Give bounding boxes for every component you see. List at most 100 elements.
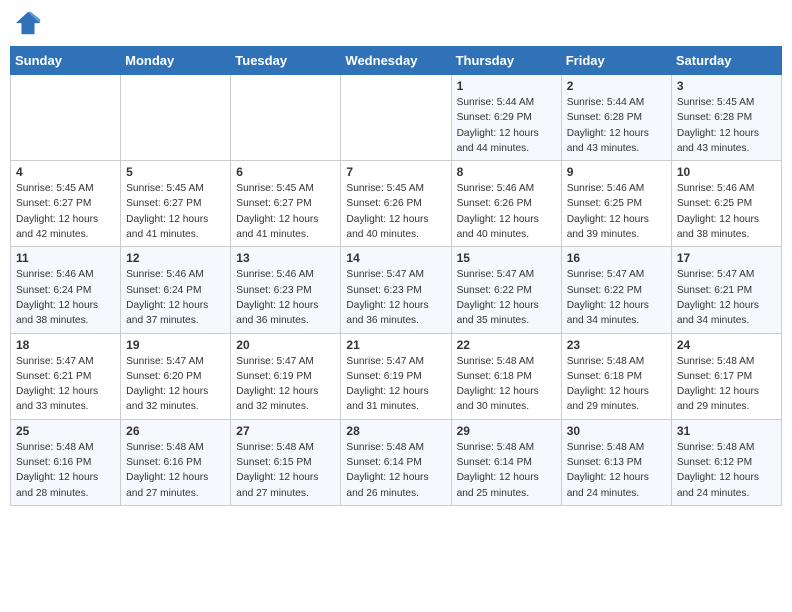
calendar-cell: 19 Sunrise: 5:47 AM Sunset: 6:20 PM Dayli… bbox=[121, 333, 231, 419]
day-number: 19 bbox=[126, 338, 225, 352]
day-detail: Sunrise: 5:47 AM Sunset: 6:19 PM Dayligh… bbox=[236, 354, 335, 415]
day-detail: Sunrise: 5:47 AM Sunset: 6:21 PM Dayligh… bbox=[677, 267, 776, 328]
day-number: 3 bbox=[677, 79, 776, 93]
day-number: 11 bbox=[16, 251, 115, 265]
day-number: 28 bbox=[346, 424, 445, 438]
day-detail: Sunrise: 5:48 AM Sunset: 6:15 PM Dayligh… bbox=[236, 440, 335, 501]
day-detail: Sunrise: 5:46 AM Sunset: 6:25 PM Dayligh… bbox=[677, 181, 776, 242]
calendar-cell: 9 Sunrise: 5:46 AM Sunset: 6:25 PM Daylig… bbox=[561, 161, 671, 247]
day-detail: Sunrise: 5:45 AM Sunset: 6:26 PM Dayligh… bbox=[346, 181, 445, 242]
day-detail: Sunrise: 5:45 AM Sunset: 6:27 PM Dayligh… bbox=[236, 181, 335, 242]
header-row: SundayMondayTuesdayWednesdayThursdayFrid… bbox=[11, 47, 782, 75]
calendar-cell: 14 Sunrise: 5:47 AM Sunset: 6:23 PM Dayli… bbox=[341, 247, 451, 333]
day-number: 26 bbox=[126, 424, 225, 438]
day-number: 5 bbox=[126, 165, 225, 179]
calendar-cell: 3 Sunrise: 5:45 AM Sunset: 6:28 PM Daylig… bbox=[671, 75, 781, 161]
calendar-cell: 4 Sunrise: 5:45 AM Sunset: 6:27 PM Daylig… bbox=[11, 161, 121, 247]
day-number: 15 bbox=[457, 251, 556, 265]
day-number: 16 bbox=[567, 251, 666, 265]
calendar-week: 1 Sunrise: 5:44 AM Sunset: 6:29 PM Daylig… bbox=[11, 75, 782, 161]
calendar-cell: 11Sunrise: 5:46 AM Sunset: 6:24 PM Dayli… bbox=[11, 247, 121, 333]
day-number: 14 bbox=[346, 251, 445, 265]
day-number: 6 bbox=[236, 165, 335, 179]
day-number: 12 bbox=[126, 251, 225, 265]
calendar-cell: 7 Sunrise: 5:45 AM Sunset: 6:26 PM Daylig… bbox=[341, 161, 451, 247]
calendar-table: SundayMondayTuesdayWednesdayThursdayFrid… bbox=[10, 46, 782, 506]
day-detail: Sunrise: 5:46 AM Sunset: 6:26 PM Dayligh… bbox=[457, 181, 556, 242]
day-number: 13 bbox=[236, 251, 335, 265]
calendar-cell: 16 Sunrise: 5:47 AM Sunset: 6:22 PM Dayli… bbox=[561, 247, 671, 333]
day-number: 27 bbox=[236, 424, 335, 438]
day-detail: Sunrise: 5:47 AM Sunset: 6:21 PM Dayligh… bbox=[16, 354, 115, 415]
calendar-cell bbox=[231, 75, 341, 161]
day-detail: Sunrise: 5:48 AM Sunset: 6:17 PM Dayligh… bbox=[677, 354, 776, 415]
calendar-cell: 25Sunrise: 5:48 AM Sunset: 6:16 PM Dayli… bbox=[11, 419, 121, 505]
calendar-cell bbox=[121, 75, 231, 161]
day-number: 21 bbox=[346, 338, 445, 352]
day-number: 4 bbox=[16, 165, 115, 179]
day-detail: Sunrise: 5:47 AM Sunset: 6:20 PM Dayligh… bbox=[126, 354, 225, 415]
day-detail: Sunrise: 5:48 AM Sunset: 6:18 PM Dayligh… bbox=[457, 354, 556, 415]
weekday-header: Monday bbox=[121, 47, 231, 75]
day-detail: Sunrise: 5:46 AM Sunset: 6:23 PM Dayligh… bbox=[236, 267, 335, 328]
weekday-header: Sunday bbox=[11, 47, 121, 75]
day-number: 1 bbox=[457, 79, 556, 93]
day-detail: Sunrise: 5:48 AM Sunset: 6:12 PM Dayligh… bbox=[677, 440, 776, 501]
day-detail: Sunrise: 5:47 AM Sunset: 6:22 PM Dayligh… bbox=[457, 267, 556, 328]
day-detail: Sunrise: 5:45 AM Sunset: 6:28 PM Dayligh… bbox=[677, 95, 776, 156]
calendar-cell: 26 Sunrise: 5:48 AM Sunset: 6:16 PM Dayli… bbox=[121, 419, 231, 505]
weekday-header: Tuesday bbox=[231, 47, 341, 75]
day-detail: Sunrise: 5:48 AM Sunset: 6:14 PM Dayligh… bbox=[346, 440, 445, 501]
day-number: 9 bbox=[567, 165, 666, 179]
day-detail: Sunrise: 5:46 AM Sunset: 6:25 PM Dayligh… bbox=[567, 181, 666, 242]
calendar-cell: 30Sunrise: 5:48 AM Sunset: 6:13 PM Dayli… bbox=[561, 419, 671, 505]
day-number: 2 bbox=[567, 79, 666, 93]
day-number: 20 bbox=[236, 338, 335, 352]
day-detail: Sunrise: 5:47 AM Sunset: 6:22 PM Dayligh… bbox=[567, 267, 666, 328]
calendar-cell: 13 Sunrise: 5:46 AM Sunset: 6:23 PM Dayli… bbox=[231, 247, 341, 333]
calendar-cell: 20 Sunrise: 5:47 AM Sunset: 6:19 PM Dayli… bbox=[231, 333, 341, 419]
logo bbox=[14, 10, 46, 38]
day-detail: Sunrise: 5:44 AM Sunset: 6:28 PM Dayligh… bbox=[567, 95, 666, 156]
calendar-cell: 27 Sunrise: 5:48 AM Sunset: 6:15 PM Dayli… bbox=[231, 419, 341, 505]
day-number: 10 bbox=[677, 165, 776, 179]
weekday-header: Thursday bbox=[451, 47, 561, 75]
calendar-cell: 10 Sunrise: 5:46 AM Sunset: 6:25 PM Dayli… bbox=[671, 161, 781, 247]
logo-icon bbox=[14, 10, 42, 38]
calendar-cell: 22 Sunrise: 5:48 AM Sunset: 6:18 PM Dayli… bbox=[451, 333, 561, 419]
calendar-cell: 6 Sunrise: 5:45 AM Sunset: 6:27 PM Daylig… bbox=[231, 161, 341, 247]
day-detail: Sunrise: 5:44 AM Sunset: 6:29 PM Dayligh… bbox=[457, 95, 556, 156]
day-detail: Sunrise: 5:45 AM Sunset: 6:27 PM Dayligh… bbox=[16, 181, 115, 242]
calendar-cell bbox=[341, 75, 451, 161]
day-number: 31 bbox=[677, 424, 776, 438]
calendar-cell: 17Sunrise: 5:47 AM Sunset: 6:21 PM Dayli… bbox=[671, 247, 781, 333]
page-header bbox=[10, 10, 782, 38]
calendar-cell: 31 Sunrise: 5:48 AM Sunset: 6:12 PM Dayli… bbox=[671, 419, 781, 505]
calendar-week: 25 Sunrise: 5:48 AM Sunset: 6:16 PM Dayli… bbox=[11, 419, 782, 505]
calendar-cell: 2 Sunrise: 5:44 AM Sunset: 6:28 PM Daylig… bbox=[561, 75, 671, 161]
day-detail: Sunrise: 5:48 AM Sunset: 6:16 PM Dayligh… bbox=[126, 440, 225, 501]
weekday-header: Friday bbox=[561, 47, 671, 75]
day-number: 25 bbox=[16, 424, 115, 438]
day-detail: Sunrise: 5:47 AM Sunset: 6:23 PM Dayligh… bbox=[346, 267, 445, 328]
calendar-cell: 23Sunrise: 5:48 AM Sunset: 6:18 PM Dayli… bbox=[561, 333, 671, 419]
day-number: 22 bbox=[457, 338, 556, 352]
weekday-header: Wednesday bbox=[341, 47, 451, 75]
day-number: 29 bbox=[457, 424, 556, 438]
day-detail: Sunrise: 5:47 AM Sunset: 6:19 PM Dayligh… bbox=[346, 354, 445, 415]
weekday-header: Saturday bbox=[671, 47, 781, 75]
day-number: 23 bbox=[567, 338, 666, 352]
calendar-cell: 21 Sunrise: 5:47 AM Sunset: 6:19 PM Dayli… bbox=[341, 333, 451, 419]
calendar-cell: 1 Sunrise: 5:44 AM Sunset: 6:29 PM Daylig… bbox=[451, 75, 561, 161]
calendar-cell: 12 Sunrise: 5:46 AM Sunset: 6:24 PM Dayli… bbox=[121, 247, 231, 333]
day-detail: Sunrise: 5:46 AM Sunset: 6:24 PM Dayligh… bbox=[126, 267, 225, 328]
day-number: 8 bbox=[457, 165, 556, 179]
calendar-cell: 29Sunrise: 5:48 AM Sunset: 6:14 PM Dayli… bbox=[451, 419, 561, 505]
calendar-week: 11 Sunrise: 5:46 AM Sunset: 6:24 PM Dayli… bbox=[11, 247, 782, 333]
calendar-cell: 5Sunrise: 5:45 AM Sunset: 6:27 PM Daylig… bbox=[121, 161, 231, 247]
calendar-week: 18Sunrise: 5:47 AM Sunset: 6:21 PM Dayli… bbox=[11, 333, 782, 419]
day-number: 7 bbox=[346, 165, 445, 179]
calendar-cell bbox=[11, 75, 121, 161]
day-number: 30 bbox=[567, 424, 666, 438]
calendar-cell: 28 Sunrise: 5:48 AM Sunset: 6:14 PM Dayli… bbox=[341, 419, 451, 505]
